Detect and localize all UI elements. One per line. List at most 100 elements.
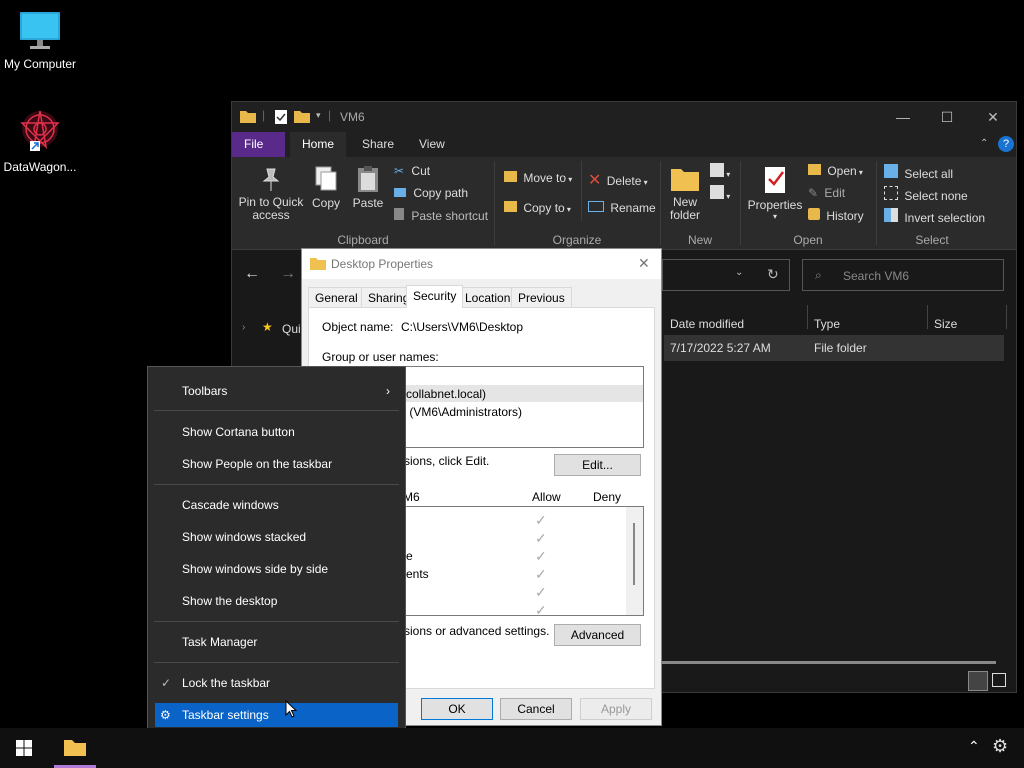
cancel-button[interactable]: Cancel: [500, 698, 572, 720]
windows-start-icon[interactable]: [16, 740, 32, 756]
vertical-scrollbar[interactable]: [626, 507, 643, 615]
dialog-close-icon[interactable]: ✕: [638, 255, 650, 272]
open-label: Open: [827, 164, 857, 178]
history-button[interactable]: History: [808, 208, 864, 223]
search-box[interactable]: ⌕ Search VM6: [802, 259, 1004, 291]
menu-item-label: Cascade windows: [182, 498, 279, 512]
easy-access-button[interactable]: ▾: [710, 185, 730, 202]
table-row[interactable]: 7/17/2022 5:27 AM File folder: [664, 335, 1004, 361]
menu-item-show-cortana[interactable]: Show Cortana button: [148, 420, 405, 444]
allow-check-icon: ✓: [535, 530, 547, 546]
menu-item-stacked[interactable]: Show windows stacked: [148, 525, 405, 549]
select-all-button[interactable]: Select all: [884, 164, 953, 181]
menu-item-toolbars[interactable]: Toolbars ›: [148, 379, 405, 403]
column-divider[interactable]: [807, 305, 808, 329]
select-none-button[interactable]: Select none: [884, 186, 968, 203]
open-button[interactable]: Open ▾: [808, 164, 863, 178]
chevron-down-icon[interactable]: ⌄: [735, 267, 743, 278]
tab-general[interactable]: General: [308, 287, 365, 307]
copy-to-button[interactable]: Copy to ▾: [504, 201, 571, 215]
gear-icon[interactable]: ⚙: [992, 736, 1008, 757]
cut-label: Cut: [411, 164, 431, 178]
chevron-up-icon[interactable]: ⌃: [968, 738, 980, 755]
dialog-title: Desktop Properties: [331, 257, 434, 271]
pin-quick-access-button[interactable]: Pin to Quick access: [238, 167, 304, 222]
monitor-icon: [20, 12, 60, 49]
menu-item-cascade[interactable]: Cascade windows: [148, 493, 405, 517]
divider-icon: |: [328, 108, 332, 122]
copy-path-icon: [394, 188, 406, 197]
expand-chevron-icon[interactable]: ›: [242, 322, 245, 333]
taskbar-explorer-button[interactable]: [54, 728, 96, 768]
quick-access-nav-item[interactable]: Qui: [282, 322, 301, 336]
quick-access-dropdown-icon[interactable]: ▾: [316, 110, 321, 121]
rename-button[interactable]: Rename: [588, 201, 656, 215]
tab-previous-versions[interactable]: Previous Versions: [511, 287, 572, 325]
edit-button[interactable]: Edit...: [554, 454, 641, 476]
new-item-button[interactable]: ▾: [710, 163, 730, 180]
maximize-button[interactable]: ☐: [924, 102, 970, 132]
new-folder-label: New folder: [669, 195, 701, 222]
advanced-button[interactable]: Advanced: [554, 624, 641, 646]
address-bar[interactable]: ⌄ ↻: [662, 259, 790, 291]
scrollbar-thumb[interactable]: [633, 523, 635, 585]
tab-home[interactable]: Home: [290, 132, 347, 157]
checkmark-icon: ✓: [161, 676, 172, 690]
column-type[interactable]: Type: [814, 317, 840, 331]
row-date: 7/17/2022 5:27 AM: [670, 341, 771, 355]
copy-path-button[interactable]: Copy path: [394, 186, 468, 200]
tab-view[interactable]: View: [407, 132, 457, 157]
user-name: s (VM6\Administrators): [400, 405, 523, 419]
large-icons-view-icon[interactable]: [992, 673, 1006, 687]
details-view-icon[interactable]: [968, 671, 988, 691]
column-size[interactable]: Size: [934, 317, 957, 331]
edit-button[interactable]: ✎ Edit: [808, 186, 845, 200]
invert-selection-button[interactable]: Invert selection: [884, 208, 985, 225]
properties-button[interactable]: Properties ▾: [746, 165, 804, 221]
horizontal-scrollbar[interactable]: [662, 661, 996, 664]
desktop-icon-my-computer[interactable]: My Computer: [0, 10, 80, 71]
group-organize-label: Organize: [552, 233, 602, 247]
new-folder-quick-icon[interactable]: [294, 109, 310, 123]
menu-item-lock-taskbar[interactable]: ✓ Lock the taskbar: [148, 671, 405, 695]
column-divider[interactable]: [927, 305, 928, 329]
explorer-titlebar[interactable]: | ▾ | VM6 — ☐ ✕: [232, 102, 1016, 132]
menu-item-task-manager[interactable]: Task Manager: [148, 630, 405, 654]
column-date-modified[interactable]: Date modified: [670, 317, 744, 331]
taskbar[interactable]: ⌃ ⚙: [0, 728, 1024, 768]
minimize-button[interactable]: —: [880, 102, 926, 132]
refresh-icon[interactable]: ↻: [767, 266, 779, 283]
help-icon[interactable]: ?: [998, 136, 1014, 152]
move-to-button[interactable]: Move to ▾: [504, 171, 572, 185]
menu-item-show-people[interactable]: Show People on the taskbar: [148, 452, 405, 476]
move-to-icon: [504, 171, 517, 182]
select-all-icon: [884, 164, 898, 178]
close-button[interactable]: ✕: [970, 102, 1016, 132]
allow-header: Allow: [532, 490, 561, 504]
back-arrow-icon[interactable]: ←: [244, 265, 260, 283]
desktop-icon-datawagon[interactable]: DataWagon...: [0, 107, 80, 174]
tab-location[interactable]: Location: [458, 287, 518, 307]
apply-button[interactable]: Apply: [580, 698, 652, 720]
properties-icon: [765, 167, 785, 193]
paste-shortcut-button[interactable]: Paste shortcut: [394, 208, 488, 223]
new-folder-button[interactable]: New folder: [666, 165, 704, 222]
paste-button[interactable]: Paste: [350, 165, 386, 210]
delete-button[interactable]: ✕ Delete ▾: [588, 170, 648, 190]
paste-shortcut-icon: [394, 208, 404, 220]
tab-file[interactable]: File: [232, 132, 285, 157]
column-divider[interactable]: [1006, 305, 1007, 329]
copy-button[interactable]: Copy: [310, 165, 342, 210]
menu-item-taskbar-settings[interactable]: ⚙ Taskbar settings: [155, 703, 398, 727]
menu-item-show-desktop[interactable]: Show the desktop: [148, 589, 405, 613]
collapse-ribbon-icon[interactable]: ⌃: [980, 138, 988, 149]
dialog-titlebar[interactable]: Desktop Properties ✕: [302, 249, 661, 279]
forward-arrow-icon[interactable]: →: [280, 265, 296, 283]
tab-security[interactable]: Security: [406, 285, 464, 308]
search-icon: ⌕: [815, 268, 822, 282]
ok-button[interactable]: OK: [421, 698, 493, 720]
properties-check-icon[interactable]: [274, 109, 288, 125]
cut-button[interactable]: ✂ Cut: [394, 164, 430, 178]
menu-item-side-by-side[interactable]: Show windows side by side: [148, 557, 405, 581]
tab-share[interactable]: Share: [350, 132, 406, 157]
